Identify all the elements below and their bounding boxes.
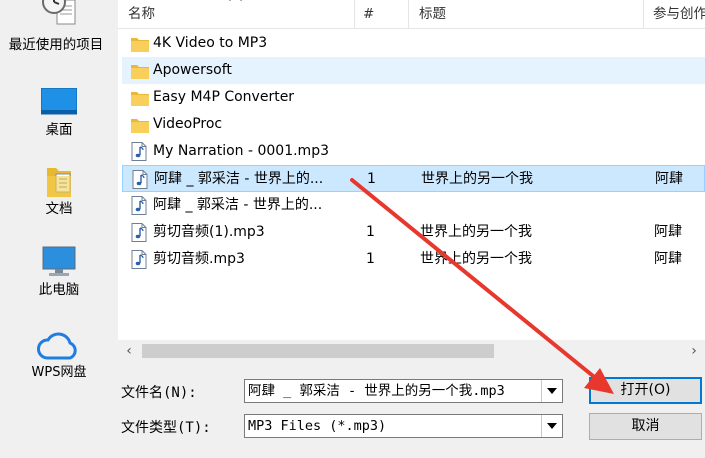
filetype-dropdown-button[interactable] [541,415,562,437]
list-item[interactable]: 4K Video to MP3 [122,30,705,57]
track-number [366,57,406,84]
column-divider[interactable] [643,0,644,28]
list-item[interactable]: 剪切音频(1).mp3 1 世界上的另一个我 阿肆 [122,219,705,246]
file-name: Easy M4P Converter [153,89,295,105]
nav-item-documents[interactable]: 文档 [0,164,118,217]
cloud-icon [37,328,81,362]
horizontal-scrollbar[interactable]: ‹ › [118,340,705,362]
folder-icon [131,61,149,80]
file-name: 4K Video to MP3 [153,35,268,51]
track-title [420,57,644,84]
track-artist [654,111,704,138]
folder-icon [131,34,149,53]
track-number: 1 [366,224,375,240]
list-item[interactable]: 剪切音频.mp3 1 世界上的另一个我 阿肆 [122,246,705,273]
track-artist: 阿肆 [655,171,683,187]
file-name: My Narration - 0001.mp3 [153,143,329,159]
scroll-left-icon[interactable]: ‹ [118,340,140,362]
scrollbar-thumb[interactable] [142,344,494,358]
desktop-icon [40,87,78,116]
track-number [366,192,406,219]
track-artist: 阿肆 [654,251,682,267]
navigation-pane: 最近使用的项目 桌面 文档 此电脑 WPS网盘 [0,0,118,380]
nav-item-label: 最近使用的项目 [8,37,104,53]
track-title [420,138,644,165]
audio-file-icon [132,170,148,189]
column-header: 名称 # 标题 参与创作 [118,0,705,29]
nav-item-wps-cloud[interactable]: WPS网盘 [0,328,118,380]
track-artist: 阿肆 [654,224,682,240]
track-artist [654,192,704,219]
filename-dropdown-button[interactable] [541,380,562,402]
track-number [366,111,406,138]
documents-icon [41,164,77,198]
audio-file-icon [131,142,147,161]
file-name: VideoProc [153,116,223,132]
column-divider[interactable] [408,0,409,28]
track-title: 世界上的另一个我 [421,171,533,187]
list-item[interactable]: 阿肆 _ 郭采洁 - 世界上的... [122,192,705,219]
track-number: 1 [367,171,376,187]
list-item[interactable]: My Narration - 0001.mp3 [122,138,705,165]
list-item[interactable]: Easy M4P Converter [122,84,705,111]
column-artist[interactable]: 参与创作 [647,0,705,28]
file-name: 阿肆 _ 郭采洁 - 世界上的... [154,171,324,187]
cancel-button[interactable]: 取消 [589,413,702,440]
filetype-select[interactable]: MP3 Files (*.mp3) [244,414,563,438]
track-title [420,192,644,219]
nav-item-label: 文档 [45,201,73,217]
track-artist [654,138,704,165]
open-button[interactable]: 打开(O) [589,377,702,404]
column-title[interactable]: 标题 [413,0,643,28]
filetype-value: MP3 Files (*.mp3) [248,418,387,434]
chevron-down-icon [547,423,557,429]
this-pc-icon [41,245,77,279]
track-title [420,111,644,138]
list-item[interactable]: VideoProc [122,111,705,138]
folder-icon [131,88,149,107]
filename-combobox[interactable]: 阿肆 _ 郭采洁 - 世界上的另一个我.mp3 [244,379,563,403]
audio-file-icon [131,223,147,242]
nav-item-desktop[interactable]: 桌面 [0,87,118,138]
list-item[interactable]: Apowersoft [122,57,705,84]
file-name: 阿肆 _ 郭采洁 - 世界上的... [153,197,323,213]
track-title: 世界上的另一个我 [420,251,532,267]
list-item[interactable]: 阿肆 _ 郭采洁 - 世界上的... 1 世界上的另一个我 阿肆 [122,165,705,192]
track-artist [654,30,704,57]
column-number[interactable]: # [357,0,413,28]
track-title [420,84,644,111]
file-name: 剪切音频(1).mp3 [153,224,265,240]
filename-label: 文件名(N): [121,385,197,401]
track-artist [654,57,704,84]
filetype-label: 文件类型(T): [121,420,211,436]
nav-item-this-pc[interactable]: 此电脑 [0,245,118,298]
nav-item-label: 桌面 [45,122,73,138]
audio-file-icon [131,250,147,269]
file-name: Apowersoft [153,62,232,78]
file-name: 剪切音频.mp3 [153,251,245,267]
folder-icon [131,115,149,134]
track-number [366,84,406,111]
track-title: 世界上的另一个我 [420,224,532,240]
track-number [366,30,406,57]
track-number [366,138,406,165]
filename-input[interactable]: 阿肆 _ 郭采洁 - 世界上的另一个我.mp3 [248,380,505,402]
nav-item-label: 此电脑 [38,282,80,298]
scroll-right-icon[interactable]: › [683,340,705,362]
nav-item-label: WPS网盘 [31,365,87,380]
nav-item-recent[interactable]: 最近使用的项目 [0,0,118,53]
column-divider[interactable] [354,0,355,28]
recent-items-icon [41,0,77,30]
track-title [420,30,644,57]
file-list[interactable]: 名称 # 标题 参与创作 4K Video to MP3 Apowersoft Ea… [118,0,705,340]
audio-file-icon [131,196,147,215]
track-artist [654,84,704,111]
track-number: 1 [366,251,375,267]
chevron-down-icon [547,388,557,394]
